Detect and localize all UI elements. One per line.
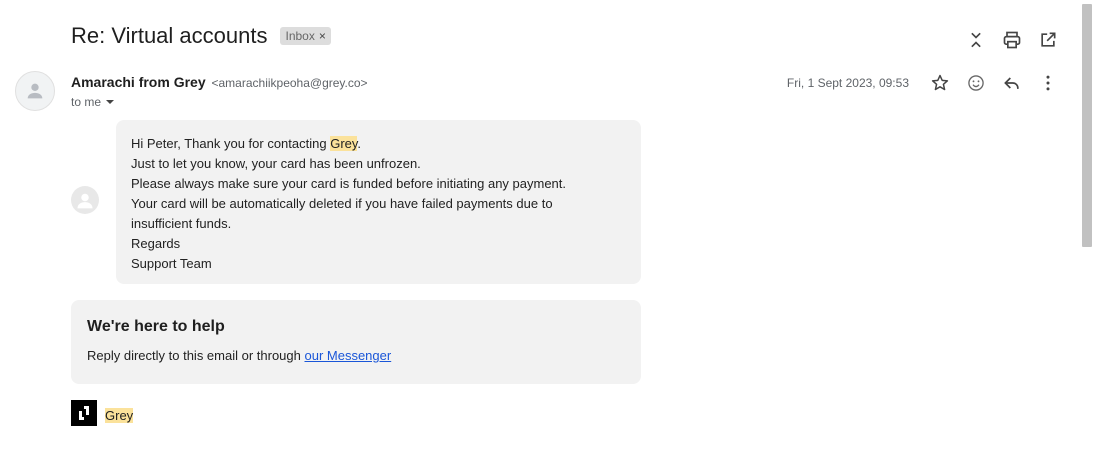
sender-email: <amarachiikpeoha@grey.co>	[211, 76, 368, 90]
recipient-text: to me	[71, 95, 102, 109]
chat-avatar	[71, 186, 99, 214]
body-line-1: Hi Peter, Thank you for contacting Grey.	[131, 134, 626, 154]
body-line-7: Support Team	[131, 256, 212, 271]
open-new-window-icon[interactable]	[1035, 27, 1061, 53]
help-text: Reply directly to this email or through	[87, 348, 305, 363]
sender-line: Amarachi from Grey <amarachiikpeoha@grey…	[71, 74, 368, 90]
body-line-6: Regards	[131, 236, 181, 251]
messenger-link[interactable]: our Messenger	[304, 348, 391, 363]
remove-label-icon[interactable]: ×	[319, 29, 326, 43]
body-line-3: Please always make sure your card is fun…	[131, 176, 567, 191]
message-meta: Fri, 1 Sept 2023, 09:53	[787, 70, 1061, 96]
message-bubble: Hi Peter, Thank you for contacting Grey.…	[116, 120, 641, 284]
sender-name[interactable]: Amarachi from Grey	[71, 74, 206, 90]
more-vert-icon[interactable]	[1035, 70, 1061, 96]
person-icon	[27, 83, 43, 99]
print-icon[interactable]	[999, 27, 1025, 53]
chevron-down-icon	[106, 100, 115, 104]
body-line-2: Just to let you know, your card has been…	[131, 156, 421, 171]
message-date: Fri, 1 Sept 2023, 09:53	[786, 76, 909, 90]
recipient-details-toggle[interactable]: to me	[71, 95, 115, 109]
inbox-label-chip[interactable]: Inbox ×	[280, 27, 331, 45]
grey-logo	[71, 400, 97, 426]
email-subject-row: Re: Virtual accounts Inbox ×	[71, 23, 331, 49]
body-line-1-suffix: .	[357, 136, 362, 151]
email-subject: Re: Virtual accounts	[71, 23, 268, 48]
reply-icon[interactable]	[999, 70, 1025, 96]
signature-brand: Grey	[105, 407, 134, 423]
help-title: We're here to help	[87, 318, 225, 335]
thread-actions	[963, 27, 1061, 53]
person-icon	[77, 193, 93, 209]
help-text-line: Reply directly to this email or through …	[87, 348, 625, 363]
body-line-4: Your card will be automatically deleted …	[131, 196, 553, 211]
emoji-icon[interactable]	[963, 70, 989, 96]
body-line-1-text: Hi Peter, Thank you for contacting	[131, 136, 331, 151]
collapse-icon[interactable]	[963, 27, 989, 53]
help-card: We're here to help Reply directly to thi…	[71, 300, 641, 384]
signature: Grey	[71, 400, 134, 426]
sender-avatar[interactable]	[15, 71, 55, 111]
star-icon[interactable]	[927, 70, 953, 96]
highlight-brand: Grey	[330, 136, 358, 151]
body-line-5: insufficient funds.	[131, 216, 232, 231]
scrollbar-thumb[interactable]	[1082, 4, 1092, 247]
inbox-label-text: Inbox	[285, 29, 315, 43]
